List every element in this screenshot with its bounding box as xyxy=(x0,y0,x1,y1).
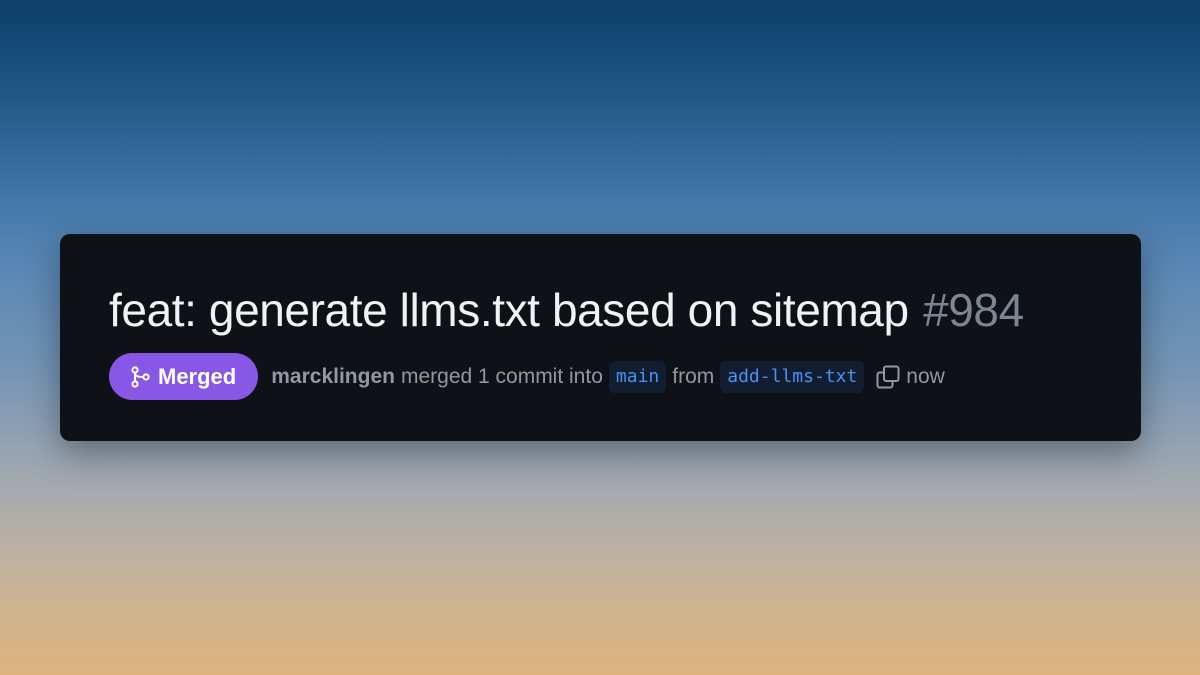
pull-request-meta: Merged marcklingen merged 1 commit into … xyxy=(109,353,945,400)
merge-action-text: merged 1 commit into xyxy=(400,364,603,388)
from-text: from xyxy=(672,364,715,388)
head-branch-label[interactable]: add-llms-txt xyxy=(720,360,865,393)
copy-icon xyxy=(876,365,900,388)
pull-request-title: feat: generate llms.txt based on sitemap… xyxy=(109,282,1024,338)
status-label: Merged xyxy=(158,363,237,389)
merged-status-badge: Merged xyxy=(109,353,259,400)
pull-request-title-text: feat: generate llms.txt based on sitemap xyxy=(109,284,909,336)
copy-branch-button[interactable] xyxy=(874,363,902,391)
base-branch-label[interactable]: main xyxy=(608,360,667,393)
pull-request-header-card: feat: generate llms.txt based on sitemap… xyxy=(60,234,1141,441)
git-merge-icon xyxy=(131,365,150,388)
author-link[interactable]: marcklingen xyxy=(271,365,395,389)
merge-timestamp: now xyxy=(906,364,945,388)
pull-request-number: #984 xyxy=(923,284,1024,336)
